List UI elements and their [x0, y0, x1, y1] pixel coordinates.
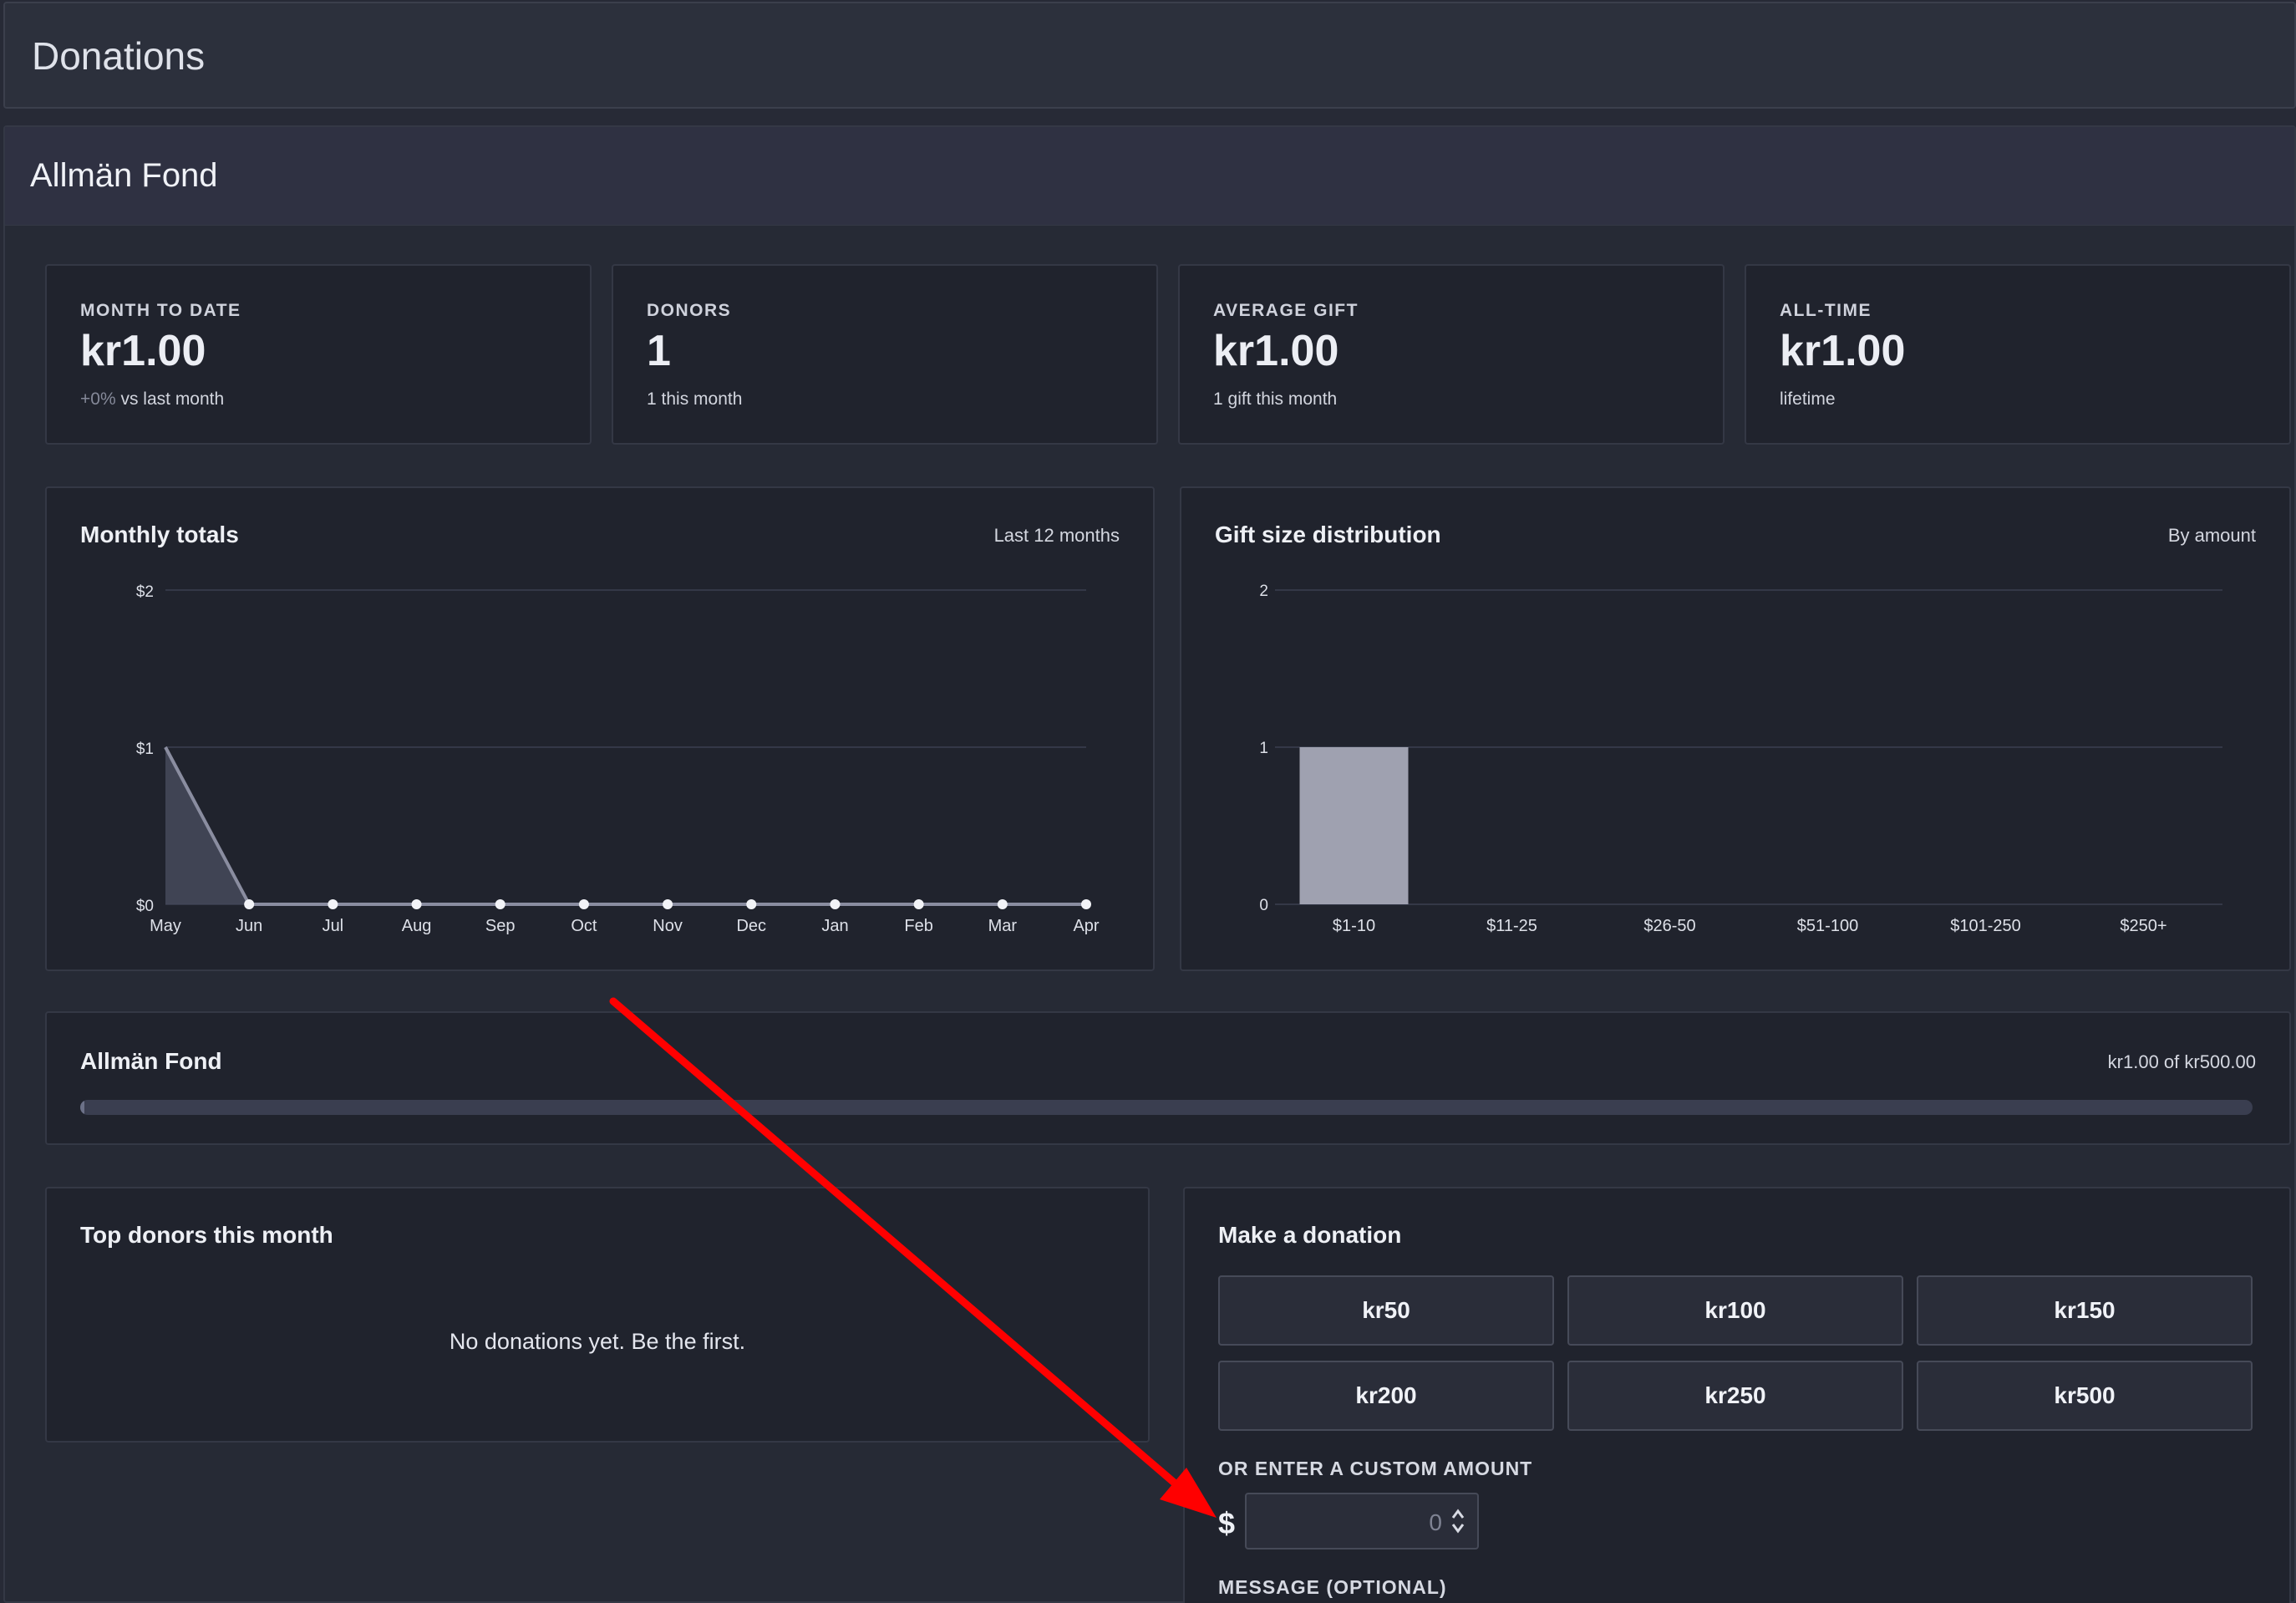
top-donors-empty-message: No donations yet. Be the first.: [449, 1329, 746, 1354]
y-tick-label: 1: [1259, 740, 1268, 757]
fund-title: Allmän Fond: [30, 157, 218, 194]
x-tick-label: Oct: [571, 917, 597, 935]
goal-summary: kr1.00 of kr500.00: [2107, 1051, 2256, 1072]
data-point: [578, 899, 589, 909]
y-tick-label: $1: [136, 740, 154, 758]
donation-form-card: Make a donation kr50 kr100 kr150 kr200 k…: [1183, 1187, 2291, 1603]
amount-button-150[interactable]: kr150: [1917, 1275, 2253, 1346]
x-tick-label: Feb: [904, 917, 932, 935]
stat-value: kr1.00: [1780, 327, 1906, 375]
stat-card-all-time: ALL-TIME kr1.00 lifetime: [1745, 264, 2291, 445]
page-header: Donations: [3, 2, 2296, 109]
y-tick-label: 0: [1259, 897, 1268, 914]
donation-form-title: Make a donation: [1218, 1222, 1402, 1248]
page-title: Donations: [32, 34, 206, 78]
stat-sub-text: lifetime: [1780, 389, 1836, 409]
data-point: [663, 899, 673, 909]
currency-symbol: $: [1218, 1506, 1236, 1540]
amount-button-500[interactable]: kr500: [1917, 1361, 2253, 1431]
y-tick-label: $2: [136, 583, 154, 601]
stat-label: DONORS: [647, 301, 732, 320]
x-tick-label: Dec: [736, 917, 766, 935]
goal-progress-bar: [80, 1100, 2253, 1115]
top-donors-title: Top donors this month: [80, 1222, 333, 1248]
amount-button-200[interactable]: kr200: [1218, 1361, 1554, 1431]
amount-button-50[interactable]: kr50: [1218, 1275, 1554, 1346]
gift-distribution-card: Gift size distribution By amount 0 1 2 $1-1…: [1180, 486, 2291, 971]
stat-value: kr1.00: [80, 327, 206, 375]
data-point: [244, 899, 255, 909]
y-tick-label: 2: [1259, 583, 1268, 600]
data-point: [328, 899, 338, 909]
data-point: [746, 899, 757, 909]
monthly-totals-chart: $0 $1 $2 May Jun Jul Aug Sep Oct Nov Dec Jan Feb Mar A…: [136, 583, 1100, 935]
goal-title: Allmän Fond: [80, 1048, 222, 1074]
x-tick-label: Jul: [323, 917, 344, 935]
custom-amount-value: 0: [1429, 1509, 1442, 1535]
stat-sub-text: 1 gift this month: [1213, 389, 1338, 409]
amount-button-250[interactable]: kr250: [1567, 1361, 1903, 1431]
stat-sub-text: vs last month: [120, 389, 225, 409]
x-tick-label: $1-10: [1333, 917, 1375, 935]
data-point: [997, 899, 1008, 909]
top-donors-card: Top donors this month No donations yet. …: [45, 1187, 1150, 1443]
y-tick-label: $0: [136, 898, 154, 915]
x-tick-label: Aug: [402, 917, 432, 935]
x-tick-label: Sep: [485, 917, 516, 935]
x-tick-label: Jun: [236, 917, 262, 935]
data-point: [1081, 899, 1091, 909]
series-line: [164, 746, 1086, 906]
stat-card-donors: DONORS 1 1 this month: [612, 264, 1158, 445]
x-tick-label: $11-25: [1486, 917, 1537, 935]
series-area: [165, 747, 1086, 904]
stat-value: kr1.00: [1213, 327, 1339, 375]
custom-amount-label: OR ENTER A CUSTOM AMOUNT: [1218, 1458, 1533, 1479]
gift-distribution-chart: 0 1 2 $1-10 $11-25 $26-50 $51-100 $101-250 $250+: [1259, 583, 2222, 935]
x-tick-label: $26-50: [1643, 917, 1695, 935]
fund-header: Allmän Fond: [5, 127, 2294, 226]
x-tick-label: Nov: [653, 917, 683, 935]
message-label: MESSAGE (OPTIONAL): [1218, 1576, 1447, 1598]
goal-progress-fill: [80, 1100, 85, 1115]
x-tick-label: $51-100: [1797, 917, 1858, 935]
stat-label: MONTH TO DATE: [80, 301, 241, 320]
stat-value: 1: [647, 327, 671, 375]
bar: [1299, 747, 1409, 904]
custom-amount-input[interactable]: 0: [1245, 1493, 1479, 1550]
stat-label: ALL-TIME: [1780, 301, 1872, 320]
stat-card-month-to-date: MONTH TO DATE kr1.00 +0% vs last month: [45, 264, 592, 445]
x-tick-label: $101-250: [1950, 917, 2021, 935]
x-tick-label: Apr: [1073, 917, 1099, 935]
x-tick-label: $250+: [2120, 917, 2166, 935]
monthly-totals-card: Monthly totals Last 12 months $0 $1 $2 May J…: [45, 486, 1155, 971]
x-tick-label: May: [150, 917, 181, 935]
data-point: [495, 899, 505, 909]
goal-card: Allmän Fond kr1.00 of kr500.00: [45, 1011, 2291, 1145]
stat-label: AVERAGE GIFT: [1213, 301, 1359, 320]
amount-button-100[interactable]: kr100: [1567, 1275, 1903, 1346]
stat-delta: +0%: [80, 389, 116, 409]
x-tick-label: Jan: [821, 917, 848, 935]
data-point: [913, 899, 924, 909]
stat-sub: +0% vs last month: [80, 389, 224, 410]
stat-card-average-gift: AVERAGE GIFT kr1.00 1 gift this month: [1178, 264, 1725, 445]
data-point: [830, 899, 841, 909]
x-tick-label: Mar: [988, 917, 1018, 935]
data-point: [411, 899, 422, 909]
stat-sub-text: 1 this month: [647, 389, 743, 409]
number-stepper-icon[interactable]: [1450, 1506, 1465, 1536]
